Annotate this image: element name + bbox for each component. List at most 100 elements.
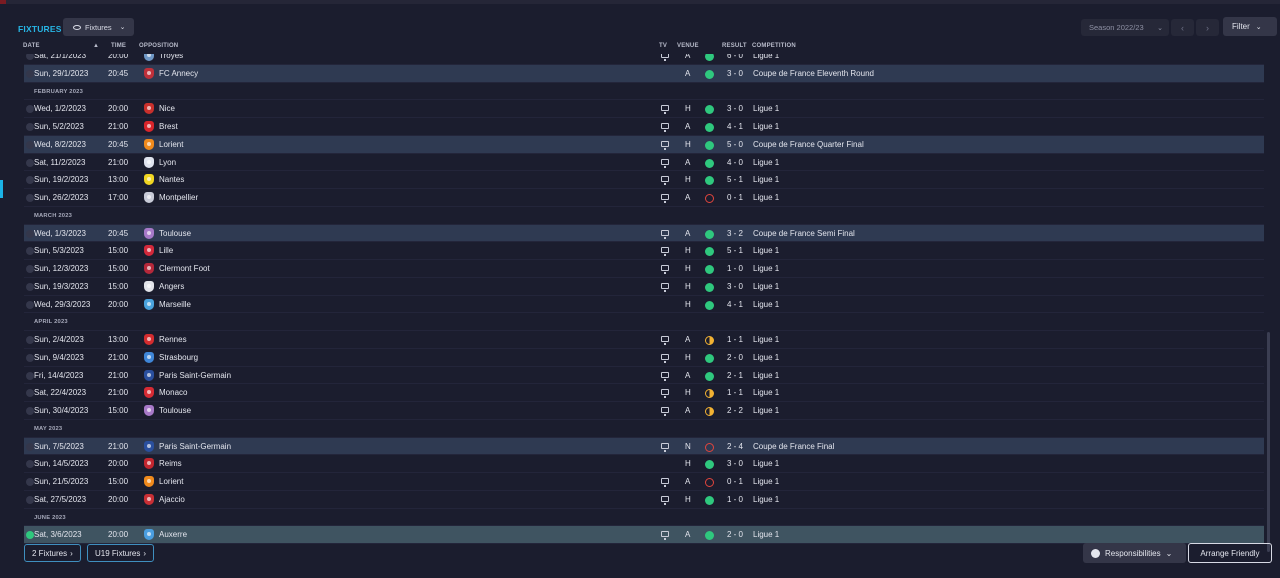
- scrollbar[interactable]: [1267, 332, 1270, 552]
- fixture-competition[interactable]: Ligue 1: [753, 282, 779, 291]
- fixture-competition[interactable]: Ligue 1: [753, 388, 779, 397]
- fixture-row[interactable]: Fri, 14/4/2023 21:00 Paris Saint-Germain A 2…: [24, 367, 1264, 385]
- fixtures-count-button[interactable]: 2 Fixtures ›: [24, 544, 81, 562]
- fixture-score[interactable]: 2 - 0: [727, 353, 743, 362]
- fixture-opponent[interactable]: Brest: [159, 122, 178, 131]
- fixture-opponent[interactable]: Nice: [159, 104, 175, 113]
- fixture-score[interactable]: 0 - 1: [727, 477, 743, 486]
- fixture-competition[interactable]: Ligue 1: [753, 459, 779, 468]
- fixture-opponent[interactable]: Reims: [159, 459, 182, 468]
- fixture-competition[interactable]: Ligue 1: [753, 264, 779, 273]
- fixture-score[interactable]: 6 - 0: [727, 54, 743, 60]
- col-opposition[interactable]: OPPOSITION: [139, 43, 178, 49]
- fixture-opponent[interactable]: Montpellier: [159, 193, 198, 202]
- fixture-competition[interactable]: Ligue 1: [753, 246, 779, 255]
- col-tv[interactable]: TV: [659, 43, 667, 49]
- fixture-competition[interactable]: Ligue 1: [753, 335, 779, 344]
- fixture-score[interactable]: 3 - 0: [727, 104, 743, 113]
- u19-fixtures-button[interactable]: U19 Fixtures ›: [87, 544, 155, 562]
- fixture-row[interactable]: Sun, 29/1/2023 20:45 FC Annecy A 3 - 0 Coupe …: [24, 64, 1264, 83]
- fixture-score[interactable]: 1 - 1: [727, 335, 743, 344]
- fixture-opponent[interactable]: Monaco: [159, 388, 187, 397]
- fixture-opponent[interactable]: Lyon: [159, 158, 176, 167]
- prev-season-button[interactable]: ‹: [1171, 19, 1194, 36]
- fixture-row[interactable]: Wed, 8/2/2023 20:45 Lorient H 5 - 0 Coupe de …: [24, 135, 1264, 154]
- next-season-button[interactable]: ›: [1196, 19, 1219, 36]
- fixture-competition[interactable]: Coupe de France Semi Final: [753, 229, 855, 238]
- fixture-opponent[interactable]: Ajaccio: [159, 495, 185, 504]
- fixture-score[interactable]: 5 - 1: [727, 175, 743, 184]
- fixture-row[interactable]: Wed, 1/2/2023 20:00 Nice H 3 - 0 Ligue 1: [24, 100, 1264, 118]
- fixture-competition[interactable]: Ligue 1: [753, 530, 779, 539]
- filter-button[interactable]: Filter ⌄: [1223, 17, 1277, 36]
- fixture-opponent[interactable]: Angers: [159, 282, 184, 291]
- fixture-score[interactable]: 5 - 1: [727, 246, 743, 255]
- fixture-score[interactable]: 3 - 0: [727, 282, 743, 291]
- fixture-opponent[interactable]: Lorient: [159, 477, 183, 486]
- fixture-competition[interactable]: Ligue 1: [753, 477, 779, 486]
- fixture-row[interactable]: Wed, 1/3/2023 20:45 Toulouse A 3 - 2 Coupe de…: [24, 224, 1264, 243]
- fixture-row[interactable]: Sat, 27/5/2023 20:00 Ajaccio H 1 - 0 Ligue 1: [24, 491, 1264, 509]
- fixture-score[interactable]: 1 - 0: [727, 264, 743, 273]
- fixture-competition[interactable]: Ligue 1: [753, 353, 779, 362]
- fixture-row[interactable]: Sun, 9/4/2023 21:00 Strasbourg H 2 - 0 Ligue …: [24, 349, 1264, 367]
- fixture-opponent[interactable]: FC Annecy: [159, 69, 198, 78]
- fixture-opponent[interactable]: Clermont Foot: [159, 264, 210, 273]
- fixture-opponent[interactable]: Strasbourg: [159, 353, 198, 362]
- fixture-competition[interactable]: Ligue 1: [753, 54, 779, 60]
- fixture-row[interactable]: Sun, 7/5/2023 21:00 Paris Saint-Germain N 2 …: [24, 437, 1264, 456]
- col-result[interactable]: RESULT: [722, 43, 747, 49]
- col-venue[interactable]: VENUE: [677, 43, 699, 49]
- fixture-score[interactable]: 5 - 0: [727, 140, 743, 149]
- fixture-score[interactable]: 1 - 0: [727, 495, 743, 504]
- fixture-score[interactable]: 3 - 0: [727, 459, 743, 468]
- fixture-competition[interactable]: Ligue 1: [753, 495, 779, 504]
- fixture-competition[interactable]: Ligue 1: [753, 371, 779, 380]
- fixture-row[interactable]: Sun, 5/2/2023 21:00 Brest A 4 - 1 Ligue 1: [24, 118, 1264, 136]
- fixture-row[interactable]: Sat, 21/1/2023 20:00 Troyes A 6 - 0 Ligue 1: [24, 54, 1264, 65]
- fixture-row[interactable]: Sat, 22/4/2023 21:00 Monaco H 1 - 1 Ligue 1: [24, 384, 1264, 402]
- fixture-competition[interactable]: Coupe de France Eleventh Round: [753, 69, 874, 78]
- season-dropdown[interactable]: Season 2022/23 ⌄: [1081, 19, 1169, 36]
- fixture-score[interactable]: 4 - 0: [727, 158, 743, 167]
- fixture-opponent[interactable]: Toulouse: [159, 229, 191, 238]
- arrange-friendly-button[interactable]: Arrange Friendly: [1188, 543, 1272, 563]
- fixture-opponent[interactable]: Lorient: [159, 140, 183, 149]
- fixture-row[interactable]: Sun, 26/2/2023 17:00 Montpellier A 0 - 1 Ligu…: [24, 189, 1264, 207]
- col-time[interactable]: TIME: [111, 43, 126, 49]
- fixture-competition[interactable]: Coupe de France Quarter Final: [753, 140, 864, 149]
- view-dropdown[interactable]: Fixtures ⌄: [63, 18, 134, 36]
- fixture-score[interactable]: 2 - 2: [727, 406, 743, 415]
- fixture-opponent[interactable]: Paris Saint-Germain: [159, 442, 231, 451]
- responsibilities-button[interactable]: Responsibilities ⌄: [1083, 543, 1186, 563]
- fixture-competition[interactable]: Coupe de France Final: [753, 442, 834, 451]
- fixture-competition[interactable]: Ligue 1: [753, 175, 779, 184]
- fixture-row[interactable]: Sun, 19/3/2023 15:00 Angers H 3 - 0 Ligue 1: [24, 278, 1264, 296]
- fixture-row[interactable]: Sun, 21/5/2023 15:00 Lorient A 0 - 1 Ligue 1: [24, 473, 1264, 491]
- fixture-opponent[interactable]: Rennes: [159, 335, 187, 344]
- fixture-row[interactable]: Sun, 14/5/2023 20:00 Reims H 3 - 0 Ligue 1: [24, 455, 1264, 473]
- fixture-competition[interactable]: Ligue 1: [753, 300, 779, 309]
- fixture-opponent[interactable]: Lille: [159, 246, 173, 255]
- fixture-score[interactable]: 3 - 2: [727, 229, 743, 238]
- fixture-competition[interactable]: Ligue 1: [753, 122, 779, 131]
- fixture-score[interactable]: 2 - 1: [727, 371, 743, 380]
- fixture-score[interactable]: 0 - 1: [727, 193, 743, 202]
- fixture-row[interactable]: Sun, 2/4/2023 13:00 Rennes A 1 - 1 Ligue 1: [24, 331, 1264, 349]
- fixture-score[interactable]: 3 - 0: [727, 69, 743, 78]
- fixture-row[interactable]: Sun, 5/3/2023 15:00 Lille H 5 - 1 Ligue 1: [24, 242, 1264, 260]
- fixture-score[interactable]: 2 - 4: [727, 442, 743, 451]
- fixture-competition[interactable]: Ligue 1: [753, 104, 779, 113]
- fixture-score[interactable]: 2 - 0: [727, 530, 743, 539]
- fixture-row[interactable]: Wed, 29/3/2023 20:00 Marseille H 4 - 1 Ligue …: [24, 296, 1264, 314]
- fixture-competition[interactable]: Ligue 1: [753, 406, 779, 415]
- fixture-opponent[interactable]: Auxerre: [159, 530, 187, 539]
- fixture-row[interactable]: Sun, 12/3/2023 15:00 Clermont Foot H 1 - 0 Li…: [24, 260, 1264, 278]
- fixture-row[interactable]: Sat, 11/2/2023 21:00 Lyon A 4 - 0 Ligue 1: [24, 154, 1264, 172]
- fixture-score[interactable]: 1 - 1: [727, 388, 743, 397]
- col-date[interactable]: DATE: [23, 43, 40, 49]
- fixture-opponent[interactable]: Paris Saint-Germain: [159, 371, 231, 380]
- fixture-score[interactable]: 4 - 1: [727, 122, 743, 131]
- fixture-row[interactable]: Sun, 19/2/2023 13:00 Nantes H 5 - 1 Ligue 1: [24, 171, 1264, 189]
- fixture-opponent[interactable]: Nantes: [159, 175, 184, 184]
